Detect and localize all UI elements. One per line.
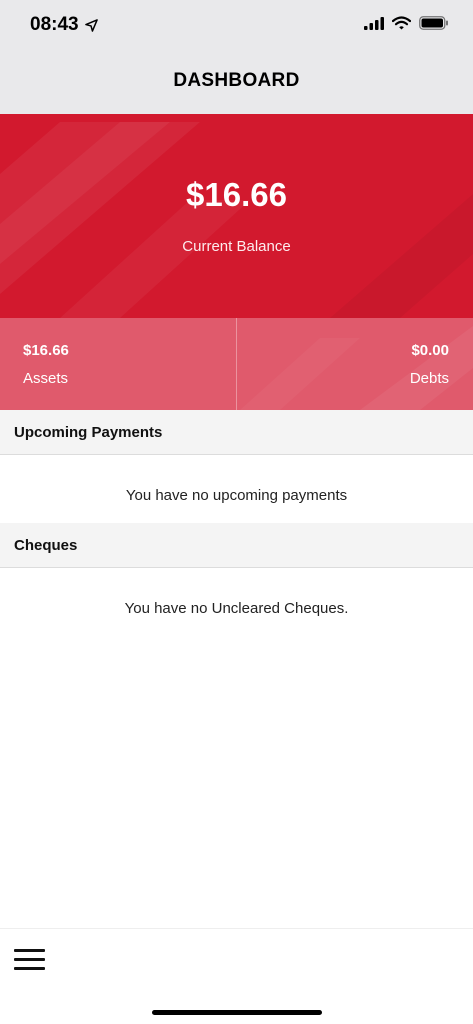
menu-line — [14, 967, 45, 970]
summary-row: $16.66 Assets $0.00 Debts — [0, 318, 473, 410]
current-balance-amount: $16.66 — [186, 176, 287, 213]
cellular-signal-icon — [364, 16, 384, 30]
home-indicator[interactable] — [152, 1010, 322, 1015]
summary-divider — [236, 318, 237, 410]
status-time: 08:43 — [30, 14, 98, 36]
upcoming-payments-title: Upcoming Payments — [14, 423, 163, 441]
current-balance-label: Current Balance — [182, 238, 291, 255]
upcoming-payments-header: Upcoming Payments — [0, 410, 473, 455]
hamburger-menu-icon[interactable] — [14, 949, 46, 973]
menu-line — [14, 958, 45, 961]
debts-label: Debts — [409, 370, 449, 387]
hero-background-stripes — [0, 122, 473, 318]
top-bar: 08:43 DASHBOARD — [0, 0, 473, 114]
balance-card: $16.66 Current Balance — [0, 114, 473, 318]
debts-value: $0.00 — [411, 342, 449, 359]
cheques-empty: You have no Uncleared Cheques. — [124, 600, 349, 617]
battery-icon — [419, 16, 448, 30]
upcoming-payments-empty: You have no upcoming payments — [125, 487, 348, 504]
status-time-text: 08:43 — [30, 14, 79, 35]
wifi-icon — [392, 16, 411, 30]
assets-value: $16.66 — [23, 342, 69, 359]
bottom-bar — [0, 928, 473, 1024]
status-icons — [364, 16, 449, 30]
location-arrow-icon — [84, 18, 98, 32]
assets-label: Assets — [23, 370, 69, 387]
cheques-header: Cheques — [0, 523, 473, 568]
page-title: DASHBOARD — [173, 70, 300, 91]
cheques-title: Cheques — [14, 536, 78, 554]
menu-line — [14, 949, 45, 952]
